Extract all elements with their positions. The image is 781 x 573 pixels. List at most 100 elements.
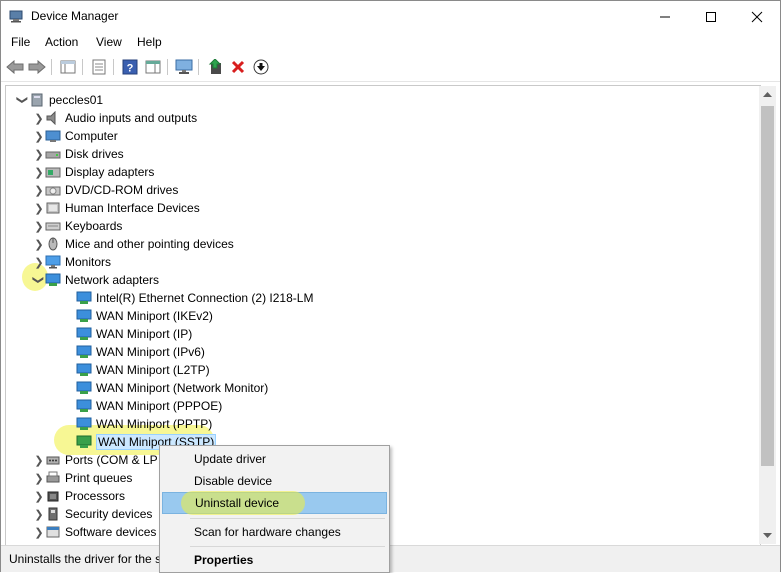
tree-item-label: Keyboards	[65, 219, 123, 233]
maximize-button[interactable]	[688, 1, 734, 32]
toolbar-separator	[113, 59, 114, 75]
show-hide-tree-icon	[60, 60, 76, 74]
menu-properties[interactable]: Properties	[162, 549, 387, 571]
tree-category[interactable]: ❯ Mice and other pointing devices	[33, 235, 234, 253]
device-manager-window: Device Manager File Action View Help ? ❯…	[0, 0, 781, 573]
network-adapter-icon	[76, 417, 92, 430]
scan-hardware-button[interactable]	[174, 57, 194, 77]
action-pane-button[interactable]	[143, 57, 163, 77]
tree-item-label: Display adapters	[65, 165, 155, 179]
network-adapter-item[interactable]: WAN Miniport (IKEv2)	[64, 307, 213, 325]
network-adapter-item[interactable]: WAN Miniport (L2TP)	[64, 361, 210, 379]
menu-help[interactable]: Help	[137, 35, 162, 49]
expand-chevron-icon[interactable]: ❯	[33, 523, 45, 541]
hid-icon	[46, 202, 60, 214]
scrollbar-thumb[interactable]	[761, 106, 774, 466]
tree-item-label: Processors	[65, 489, 126, 503]
svg-text:?: ?	[127, 63, 134, 75]
tree-category[interactable]: ❯ Print queues	[33, 469, 132, 487]
enable-device-button[interactable]	[251, 57, 271, 77]
expand-chevron-icon[interactable]: ❯	[33, 253, 45, 271]
toolbar-separator	[198, 59, 199, 75]
tree-category[interactable]: ❯ Keyboards	[33, 217, 122, 235]
software-device-icon	[46, 526, 60, 538]
tree-category[interactable]: ❯ Computer	[33, 127, 118, 145]
expand-chevron-icon[interactable]: ❯	[33, 181, 45, 199]
tree-item-label: Mice and other pointing devices	[65, 237, 234, 251]
close-icon	[751, 11, 763, 22]
properties-button[interactable]	[89, 57, 109, 77]
expand-chevron-icon[interactable]: ❯	[33, 163, 45, 181]
expand-chevron-icon[interactable]: ❯	[33, 199, 45, 217]
toolbar-separator	[51, 59, 52, 75]
tree-item-label: WAN Miniport (PPPOE)	[96, 399, 223, 413]
expand-chevron-icon[interactable]: ❯	[33, 145, 45, 163]
back-button[interactable]	[5, 57, 25, 77]
status-text: Uninstalls the driver for the s	[9, 552, 162, 566]
menu-update-driver[interactable]: Update driver	[162, 448, 387, 470]
tree-category[interactable]: ❯ Human Interface Devices	[33, 199, 200, 217]
tree-category[interactable]: ❯ Processors	[33, 487, 125, 505]
expand-chevron-icon[interactable]: ❯	[33, 505, 45, 523]
action-pane-icon	[145, 60, 161, 74]
minimize-button[interactable]	[642, 1, 688, 32]
tree-category[interactable]: ❯ Disk drives	[33, 145, 124, 163]
menu-view[interactable]: View	[96, 35, 122, 49]
expand-chevron-icon[interactable]: ❯	[33, 235, 45, 253]
show-hide-tree-button[interactable]	[58, 57, 78, 77]
keyboard-icon	[45, 222, 61, 231]
vertical-scrollbar[interactable]	[759, 86, 776, 544]
menu-scan-hardware[interactable]: Scan for hardware changes	[162, 521, 387, 543]
menu-uninstall-device[interactable]: Uninstall device	[162, 491, 387, 515]
menu-action[interactable]: Action	[45, 35, 78, 49]
tree-category[interactable]: ❯ Network adapters	[33, 271, 160, 289]
uninstall-red-x-icon	[231, 60, 245, 74]
menu-disable-device[interactable]: Disable device	[162, 470, 387, 492]
tree-item-label: Human Interface Devices	[65, 201, 200, 215]
scroll-down-icon[interactable]	[759, 528, 776, 542]
speaker-icon	[46, 111, 56, 125]
minimize-icon	[660, 16, 670, 17]
tree-item-label: DVD/CD-ROM drives	[65, 183, 179, 197]
tree-item-label: Security devices	[65, 507, 153, 521]
expand-chevron-icon[interactable]: ❯	[33, 469, 45, 487]
expand-chevron-icon[interactable]: ❯	[33, 487, 45, 505]
network-adapter-item[interactable]: WAN Miniport (PPPOE)	[64, 397, 222, 415]
tree-item-label: Software devices	[65, 525, 157, 539]
back-arrow-icon	[6, 60, 24, 74]
help-button[interactable]: ?	[120, 57, 140, 77]
tree-category[interactable]: ❯ Display adapters	[33, 163, 154, 181]
tree-category[interactable]: ❯ Security devices	[33, 505, 152, 523]
network-adapter-item[interactable]: Intel(R) Ethernet Connection (2) I218-LM	[64, 289, 313, 307]
forward-button[interactable]	[27, 57, 47, 77]
close-button[interactable]	[734, 1, 780, 32]
tree-item-label: Computer	[65, 129, 118, 143]
network-adapter-item[interactable]: WAN Miniport (Network Monitor)	[64, 379, 268, 397]
network-adapter-icon	[76, 381, 92, 394]
tree-root-computer[interactable]: ❯ peccles01	[17, 91, 104, 109]
menu-bar: File Action View Help	[1, 32, 780, 53]
tree-category[interactable]: ❯ Ports (COM & LP	[33, 451, 157, 469]
network-adapter-item[interactable]: WAN Miniport (IPv6)	[64, 343, 205, 361]
tree-category[interactable]: ❯ Software devices	[33, 523, 156, 541]
context-menu-separator	[190, 518, 385, 519]
network-adapter-icon	[76, 435, 92, 448]
tree-category[interactable]: ❯ DVD/CD-ROM drives	[33, 181, 178, 199]
expand-chevron-icon[interactable]: ❯	[33, 109, 45, 127]
network-adapter-icon	[76, 309, 92, 322]
tree-item-label: Network adapters	[65, 273, 160, 287]
expand-chevron-icon[interactable]: ❯	[33, 451, 45, 469]
network-adapter-item[interactable]: WAN Miniport (PPTP)	[64, 415, 212, 433]
network-adapter-item[interactable]: WAN Miniport (IP)	[64, 325, 192, 343]
uninstall-button[interactable]	[228, 57, 248, 77]
properties-icon	[92, 59, 106, 75]
tree-item-label: Disk drives	[65, 147, 124, 161]
expand-chevron-icon[interactable]: ❯	[33, 217, 45, 235]
scroll-up-icon[interactable]	[759, 88, 776, 102]
expand-chevron-icon[interactable]: ❯	[33, 127, 45, 145]
menu-file[interactable]: File	[11, 35, 30, 49]
update-driver-button[interactable]	[205, 57, 225, 77]
tree-item-label: WAN Miniport (Network Monitor)	[96, 381, 269, 395]
tree-category[interactable]: ❯ Monitors	[33, 253, 111, 271]
tree-category[interactable]: ❯ Audio inputs and outputs	[33, 109, 197, 127]
